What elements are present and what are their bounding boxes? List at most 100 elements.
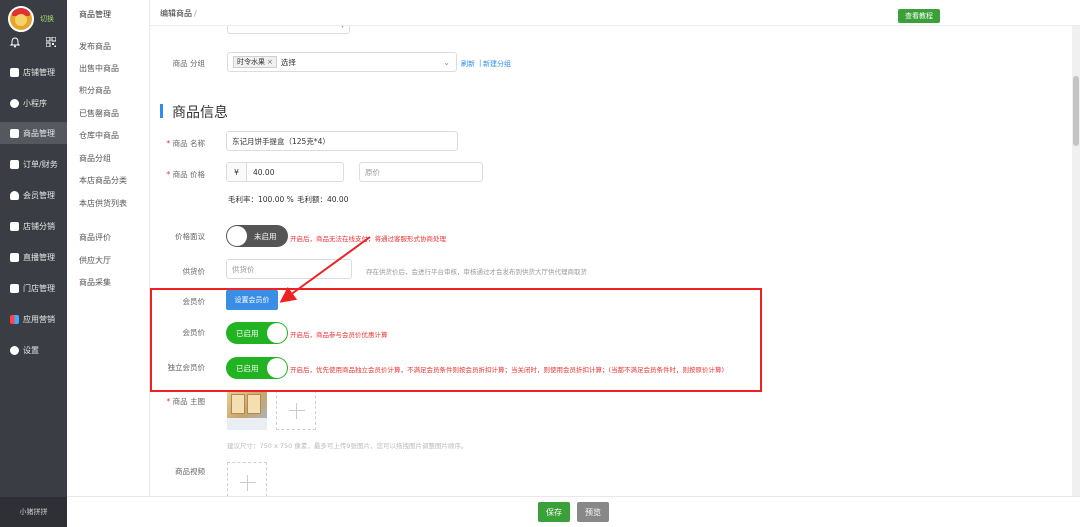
price-negotiable-label: 价格面议 [175, 232, 205, 241]
distribution-icon [10, 221, 19, 231]
sidebar-footer: 小猪拼拼 [0, 497, 67, 527]
highlight-box [150, 288, 762, 392]
miniprogram-icon [10, 98, 19, 108]
submenu-item-supply-hall[interactable]: 供应大厅 [79, 255, 111, 266]
add-image-button[interactable] [276, 390, 316, 430]
submenu-item-points[interactable]: 积分商品 [79, 85, 111, 96]
gear-icon [10, 345, 19, 355]
sidebar-item-label: 设置 [23, 345, 39, 355]
supply-price-hint: 存在供货价后，会进行平台审核，审核通过才会发布到供货大厅供代理商取货 [366, 268, 587, 276]
store-icon [10, 67, 19, 77]
app-root: 切换 店铺管理 小程序 商品管理 订单/财务 会员管理 店铺分销 直播管理 门店… [0, 0, 1080, 527]
margin-amount: 毛利额：40.00 [297, 195, 349, 204]
submenu-item-publish[interactable]: 发布商品 [79, 41, 111, 52]
scroll-thumb[interactable] [1073, 76, 1079, 146]
submenu-item-supply-list[interactable]: 本店供货列表 [79, 198, 127, 209]
breadcrumb-separator: / [194, 9, 197, 18]
group-tag-text: 时令水果 [237, 58, 265, 66]
chevron-down-icon: ▾ [340, 26, 344, 30]
refresh-link[interactable]: 刷新 [461, 59, 475, 69]
sidebar-item-label: 小程序 [23, 98, 47, 108]
save-button[interactable]: 保存 [538, 502, 570, 522]
price-input[interactable]: ¥ 40.00 [226, 162, 344, 182]
sub-menu: 商品管理 发布商品 出售中商品 积分商品 已售罄商品 仓库中商品 商品分组 本店… [67, 0, 150, 527]
main-image-label: * 商品 主图 [166, 397, 205, 406]
supply-price-label: 供货价 [182, 267, 206, 276]
product-price-label: * 商品 价格 [166, 170, 205, 179]
submenu-title: 商品管理 [79, 10, 111, 19]
sidebar-item-label: 店铺管理 [23, 67, 55, 77]
switch-store-link[interactable]: 切换 [40, 14, 54, 24]
group-select[interactable]: 时令水果 × 选择 ⌄ [227, 52, 457, 72]
sidebar-item-marketing[interactable]: 应用营销 [0, 308, 67, 330]
product-name-label: * 商品 名称 [166, 139, 205, 148]
video-label: 商品视频 [175, 467, 205, 476]
sidebar-item-label: 店铺分销 [23, 221, 55, 231]
store-avatar[interactable] [8, 6, 34, 32]
link-divider: | [479, 59, 482, 67]
product-type-select[interactable]: ▾ [227, 26, 350, 34]
sidebar-item-label: 商品管理 [23, 128, 55, 138]
order-icon [10, 159, 19, 169]
view-tutorial-button[interactable]: 查看教程 [898, 9, 940, 23]
group-label: 商品 分组 [172, 59, 205, 68]
main-sidebar: 切换 店铺管理 小程序 商品管理 订单/财务 会员管理 店铺分销 直播管理 门店… [0, 0, 67, 527]
sidebar-item-distribution[interactable]: 店铺分销 [0, 215, 67, 237]
qr-code-icon[interactable] [46, 37, 56, 47]
main-image-hint: 建议尺寸：750 x 750 像素，最多可上传9张图片，您可以拖拽图片调整图片顺… [227, 442, 468, 450]
breadcrumb: 编辑商品 / [160, 8, 197, 19]
supply-price-input[interactable]: 供货价 [226, 259, 352, 279]
sidebar-item-products[interactable]: 商品管理 [0, 122, 67, 144]
add-video-button[interactable] [227, 462, 267, 496]
submenu-item-sold-out[interactable]: 已售罄商品 [79, 108, 119, 119]
product-image-thumbnail[interactable] [227, 390, 267, 430]
sidebar-item-orders[interactable]: 订单/财务 [0, 153, 67, 175]
sidebar-item-store[interactable]: 店铺管理 [0, 61, 67, 83]
margin-rate: 毛利率：100.00 % [228, 195, 294, 204]
plus-icon [240, 482, 256, 483]
submenu-item-categories[interactable]: 本店商品分类 [79, 175, 127, 186]
sidebar-item-settings[interactable]: 设置 [0, 339, 67, 361]
tag-remove-icon[interactable]: × [267, 58, 273, 66]
new-group-link[interactable]: 新建分组 [483, 59, 511, 69]
user-icon [10, 190, 19, 200]
product-form: ▾ 商品 分组 时令水果 × 选择 ⌄ 刷新 | 新建分组 商品信息 * 商品 名… [150, 26, 1072, 496]
price-negotiable-toggle[interactable]: 未启用 [226, 225, 288, 247]
group-select-placeholder: 选择 [280, 57, 296, 67]
price-negotiable-hint: 开启后，商品无法在线支付，将通过客服形式协商处理 [290, 235, 446, 243]
top-bar: 编辑商品 / 查看教程 [150, 0, 1080, 26]
submenu-item-on-sale[interactable]: 出售中商品 [79, 63, 119, 74]
product-name-input[interactable]: 东记月饼手提盒（125克*4） [226, 131, 458, 151]
group-tag: 时令水果 × [233, 56, 277, 68]
page-scrollbar[interactable] [1072, 26, 1080, 496]
plus-icon [289, 410, 305, 411]
submenu-item-collect[interactable]: 商品采集 [79, 277, 111, 288]
submenu-item-groups[interactable]: 商品分组 [79, 153, 111, 164]
sidebar-item-label: 门店管理 [23, 283, 55, 293]
sidebar-item-label: 订单/财务 [23, 159, 58, 169]
price-value: 40.00 [253, 167, 275, 177]
label-text: 商品 价格 [172, 170, 205, 179]
sidebar-item-live[interactable]: 直播管理 [0, 246, 67, 268]
label-text: 商品 主图 [172, 397, 205, 406]
breadcrumb-current[interactable]: 编辑商品 [160, 9, 192, 18]
sidebar-item-label: 应用营销 [23, 314, 55, 324]
sidebar-item-label: 会员管理 [23, 190, 55, 200]
preview-button[interactable]: 预览 [577, 502, 609, 522]
original-price-input[interactable]: 原价 [359, 162, 483, 182]
section-title: 商品信息 [172, 105, 228, 121]
shop-icon [10, 283, 19, 293]
bell-icon[interactable] [10, 37, 20, 48]
toggle-text: 未启用 [254, 231, 277, 241]
sidebar-item-label: 直播管理 [23, 252, 55, 262]
sidebar-item-miniprogram[interactable]: 小程序 [0, 92, 67, 114]
apps-icon [10, 314, 19, 324]
currency-symbol: ¥ [227, 163, 247, 181]
live-icon [10, 252, 19, 262]
submenu-item-warehouse[interactable]: 仓库中商品 [79, 130, 119, 141]
label-text: 商品 名称 [172, 139, 205, 148]
sidebar-item-members[interactable]: 会员管理 [0, 184, 67, 206]
submenu-item-reviews[interactable]: 商品评价 [79, 232, 111, 243]
chevron-down-icon: ⌄ [443, 57, 450, 67]
sidebar-item-outlets[interactable]: 门店管理 [0, 277, 67, 299]
